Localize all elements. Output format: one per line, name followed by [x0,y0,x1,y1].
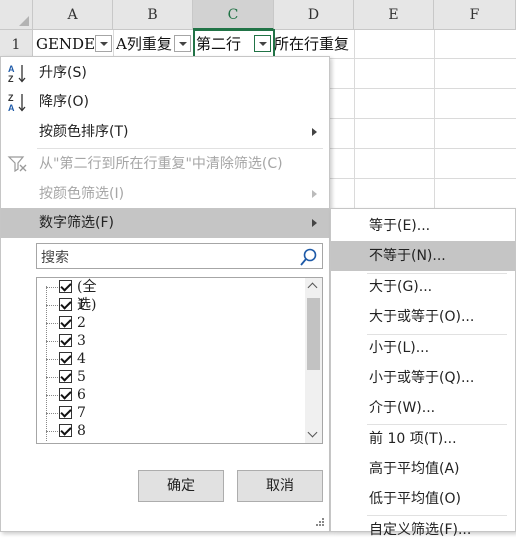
column-header-d[interactable]: D [274,0,354,30]
cell-d1[interactable]: 所在行重复 [274,30,374,58]
chevron-right-icon [312,190,317,198]
sort-desc-icon: Z A [8,93,26,113]
column-header-a[interactable]: A [33,0,113,30]
submenu-less-or-equal[interactable]: 小于或等于(Q)... [331,363,515,393]
svg-text:Z: Z [8,93,14,103]
submenu-custom-filter[interactable]: 自定义筛选(F)... [331,515,515,545]
cancel-button[interactable]: 取消 [237,470,323,502]
submenu-above-average[interactable]: 高于平均值(A) [331,454,515,484]
submenu-below-average[interactable]: 低于平均值(O) [331,484,515,514]
column-header-c[interactable]: C [193,0,274,30]
list-item-label: 6 [77,387,86,403]
checkbox[interactable] [59,352,72,365]
cell-a1[interactable]: GENDER [36,30,94,58]
tree-line [46,413,58,414]
submenu-item-label: 等于(E)... [369,218,431,234]
tree-line [46,323,58,324]
chevron-right-icon [312,128,317,136]
submenu-item-label: 自定义筛选(F)... [369,522,472,538]
menu-sort-by-color-label: 按颜色排序(T) [39,124,129,140]
list-item-label: 5 [77,369,86,385]
menu-sort-by-color[interactable]: 按颜色排序(T) [1,117,329,147]
menu-filter-by-color: 按颜色筛选(I) [1,179,329,209]
submenu-not-equals[interactable]: 不等于(N)... [331,241,515,271]
tree-line [46,395,58,396]
checkbox[interactable] [59,316,72,329]
submenu-item-label: 高于平均值(A) [369,461,460,477]
resize-grip-icon[interactable] [314,516,326,528]
menu-clear-filter: 从"第二行到所在行重复"中清除筛选(C) [1,149,329,179]
submenu-less-than[interactable]: 小于(L)... [331,333,515,363]
checkbox[interactable] [59,406,72,419]
tree-line [46,377,58,378]
list-item-label: 4 [77,351,86,367]
number-filter-submenu: 等于(E)... 不等于(N)... 大于(G)... 大于或等于(O)... … [330,208,516,538]
checkbox[interactable] [59,388,72,401]
checkbox[interactable] [59,370,72,383]
scroll-down-icon[interactable] [305,426,322,443]
menu-filter-by-color-label: 按颜色筛选(I) [39,186,125,202]
column-header-f[interactable]: F [434,0,516,30]
menu-sort-ascending-label: 升序(S) [39,65,87,81]
svg-text:A: A [8,103,15,113]
svg-text:Z: Z [8,74,14,84]
checkbox[interactable] [59,280,72,293]
checkbox[interactable] [59,298,72,311]
submenu-greater-than[interactable]: 大于(G)... [331,272,515,302]
menu-number-filter-label: 数字筛选(F) [39,215,114,231]
search-placeholder: 搜索 [41,250,69,266]
column-header-e[interactable]: E [354,0,434,30]
menu-number-filter[interactable]: 数字筛选(F) [1,208,329,238]
checkbox[interactable] [59,424,72,437]
filter-dropdown-icon[interactable] [95,35,112,52]
submenu-top-10[interactable]: 前 10 项(T)... [331,424,515,454]
value-list: (全选) 1 2 3 4 5 6 7 8 [36,277,323,444]
tree-line [46,431,58,432]
search-icon[interactable] [299,247,319,267]
submenu-item-label: 大于或等于(O)... [369,309,475,325]
search-input[interactable]: 搜索 [36,243,323,269]
sort-asc-icon: A Z [8,64,26,84]
list-item-label: 3 [77,333,86,349]
autofilter-menu: A Z 升序(S) Z A 降序(O) 按颜色排序(T) 从"第二行到所在行重复… [0,56,330,532]
tree-line [46,359,58,360]
svg-text:A: A [8,64,15,74]
select-all-corner[interactable] [0,0,33,30]
column-header-b[interactable]: B [113,0,193,30]
submenu-item-label: 小于(L)... [369,340,430,356]
tree-line [46,287,58,288]
tree-line [46,305,58,306]
submenu-item-label: 低于平均值(O) [369,491,461,507]
list-item-label: 2 [77,315,86,331]
filter-dropdown-icon[interactable] [174,35,191,52]
list-item-label: 8 [77,423,86,439]
submenu-equals[interactable]: 等于(E)... [331,211,515,241]
chevron-right-icon [312,219,317,227]
list-item-label: 1 [77,297,86,313]
submenu-greater-or-equal[interactable]: 大于或等于(O)... [331,302,515,332]
menu-sort-ascending[interactable]: A Z 升序(S) [1,58,329,88]
list-item-label: 7 [77,405,86,421]
cell-b1[interactable]: A列重复 [116,30,172,58]
submenu-item-label: 前 10 项(T)... [369,431,457,447]
submenu-item-label: 大于(G)... [369,279,433,295]
ok-button[interactable]: 确定 [138,470,224,502]
tree-line [46,341,58,342]
submenu-item-label: 小于或等于(Q)... [369,370,475,386]
checkbox[interactable] [59,334,72,347]
clear-filter-icon [7,156,27,173]
submenu-item-label: 介于(W)... [369,400,436,416]
menu-sort-descending[interactable]: Z A 降序(O) [1,87,329,117]
submenu-item-label: 不等于(N)... [369,248,446,264]
menu-clear-filter-label: 从"第二行到所在行重复"中清除筛选(C) [39,156,283,172]
menu-sort-descending-label: 降序(O) [39,94,89,110]
submenu-between[interactable]: 介于(W)... [331,393,515,423]
scroll-thumb[interactable] [307,298,320,370]
filter-dropdown-icon[interactable] [254,35,271,52]
scroll-up-icon[interactable] [305,278,322,295]
list-scrollbar[interactable] [305,278,322,443]
